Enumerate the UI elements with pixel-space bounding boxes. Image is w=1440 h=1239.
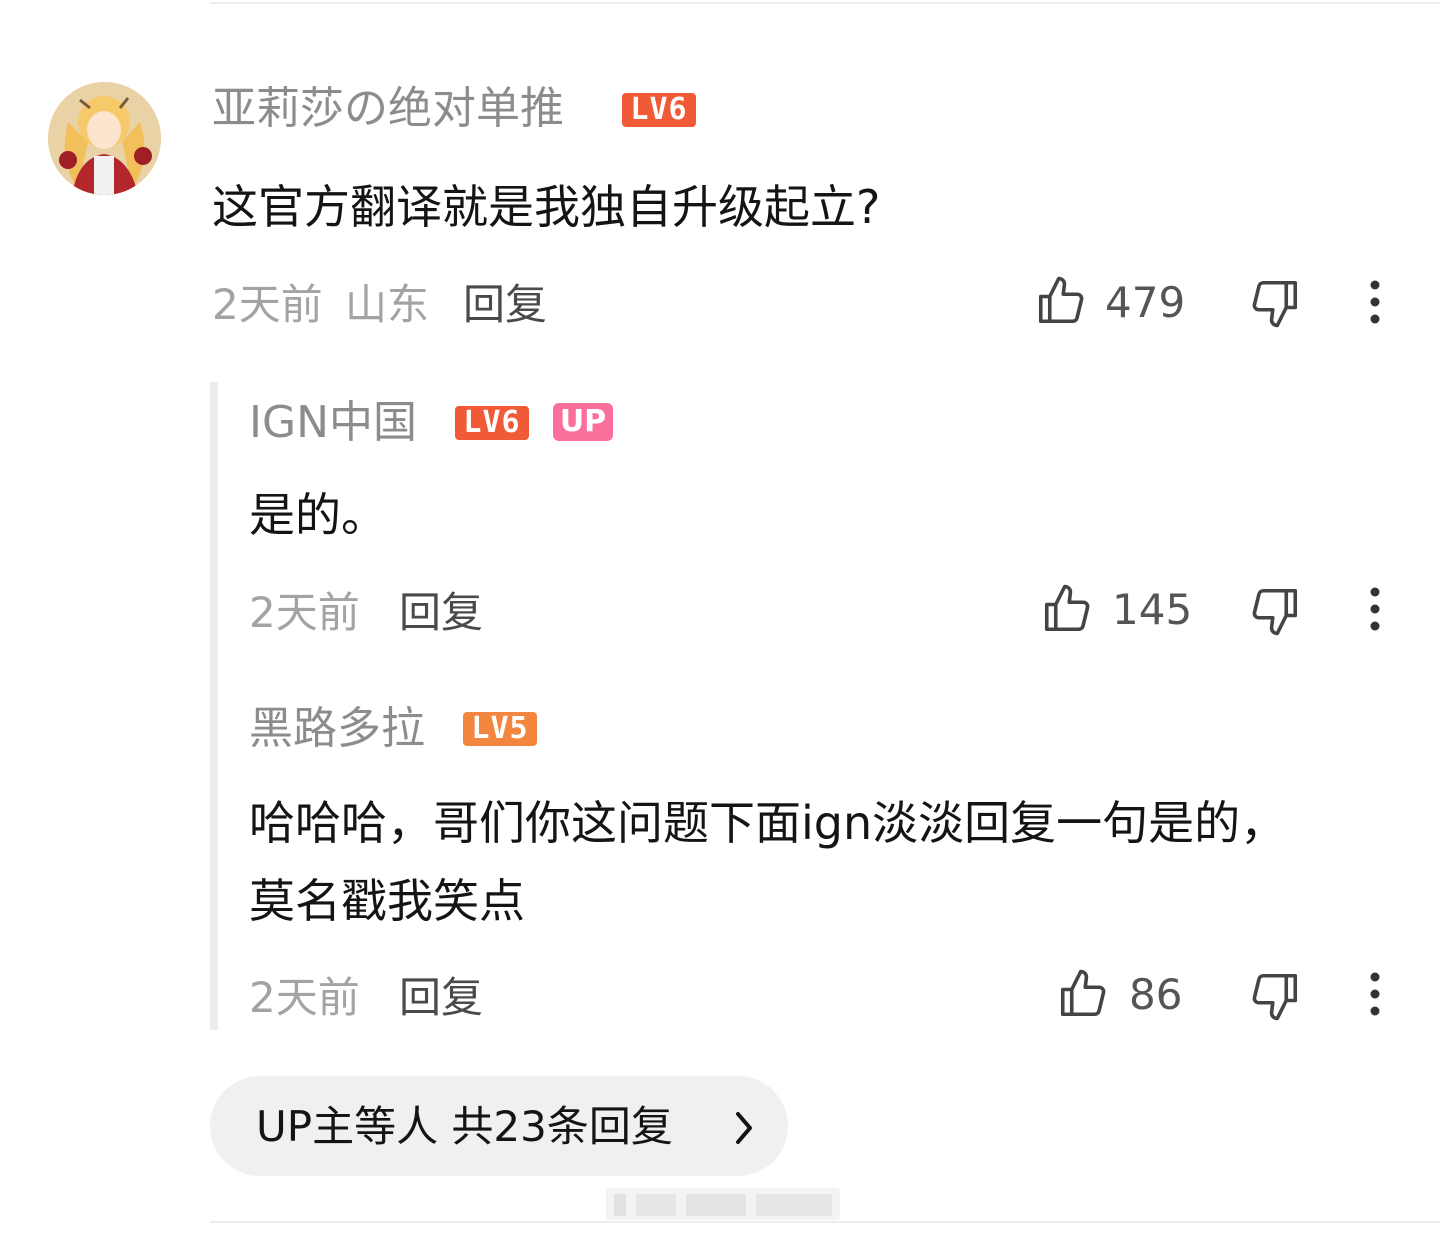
reply-button[interactable]: 回复 [463, 284, 547, 326]
thumb-up-icon[interactable] [1040, 582, 1094, 636]
level-badge: LV6 [622, 93, 696, 127]
reply-username[interactable]: IGN中国 [249, 401, 417, 445]
more-replies-label: UP主等人 共23条回复 [256, 1102, 673, 1151]
more-vertical-icon[interactable] [1366, 972, 1384, 1016]
reply-time: 2天前 [249, 973, 360, 1022]
view-more-replies-button[interactable]: UP主等人 共23条回复 [210, 1076, 788, 1176]
comment-time: 2天前 [212, 280, 323, 329]
up-badge: UP [553, 403, 613, 441]
like-count: 86 [1129, 970, 1183, 1019]
thumb-down-icon[interactable] [1248, 584, 1302, 638]
thumb-down-icon[interactable] [1248, 969, 1302, 1023]
level-badge: LV5 [463, 712, 537, 746]
thumb-up-icon[interactable] [1056, 967, 1110, 1021]
like-count: 479 [1105, 278, 1186, 327]
level-badge: LV6 [455, 406, 529, 440]
more-vertical-icon[interactable] [1366, 587, 1384, 631]
comment-content: 这官方翻译就是我独自升级起立? [212, 180, 881, 234]
reply-time: 2天前 [249, 588, 360, 637]
top-divider [210, 2, 1440, 4]
reply-button[interactable]: 回复 [399, 977, 483, 1019]
reply-thread-bar [210, 382, 218, 1030]
avatar[interactable] [48, 82, 161, 195]
reply-content: 哈哈哈，哥们你这问题下面ign淡淡回复一句是的，莫名戳我笑点 [249, 796, 1287, 928]
chevron-right-icon [732, 1108, 756, 1152]
watermark [606, 1186, 840, 1222]
thumb-down-icon[interactable] [1248, 276, 1302, 330]
like-count: 145 [1112, 585, 1193, 634]
reply-username[interactable]: 黑路多拉 [249, 707, 425, 751]
comment-location: 山东 [345, 280, 430, 329]
reply-button[interactable]: 回复 [399, 592, 483, 634]
comment-username[interactable]: 亚莉莎の绝对单推 [212, 87, 564, 131]
reply-content: 是的。 [249, 488, 387, 542]
thumb-up-icon[interactable] [1034, 274, 1088, 328]
more-vertical-icon[interactable] [1366, 280, 1384, 324]
